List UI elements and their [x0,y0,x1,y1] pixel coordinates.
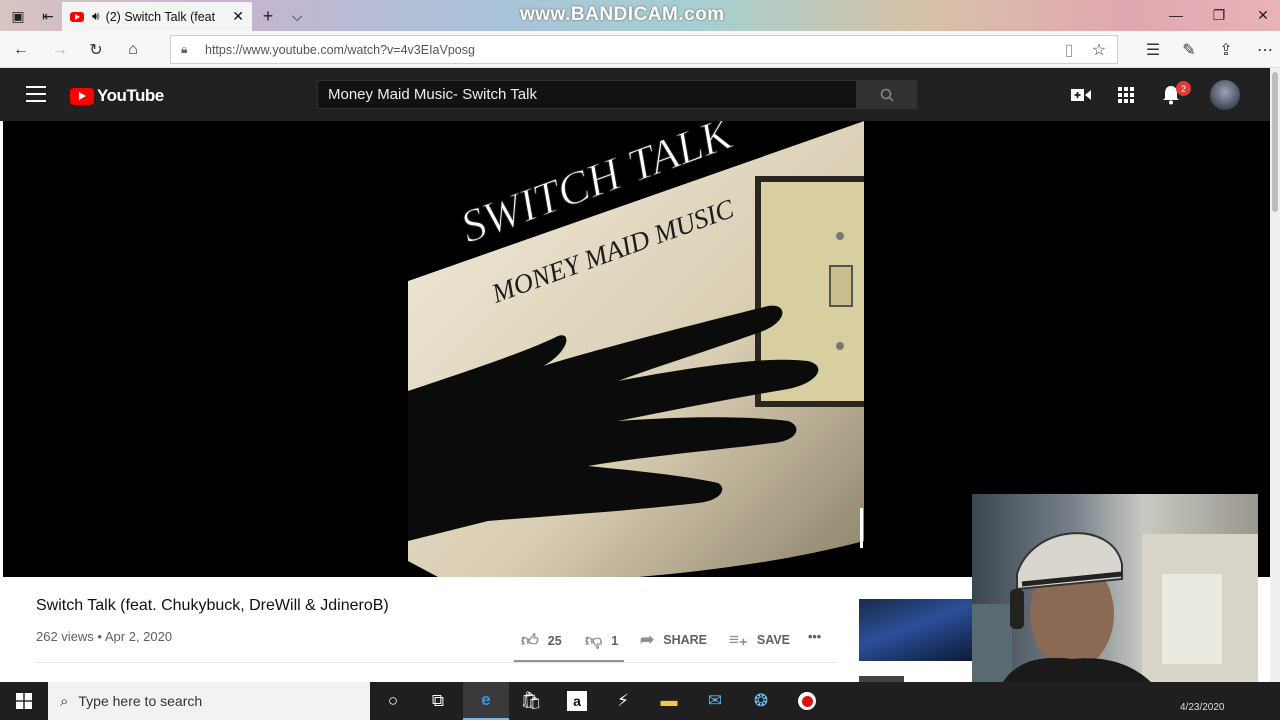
address-bar[interactable]: 🔒︎ https://www.youtube.com/watch?v=4v3EI… [170,35,1118,64]
create-video-icon[interactable] [1070,84,1092,106]
start-button[interactable] [0,682,48,720]
minimize-button[interactable]: — [1161,5,1191,25]
tab-title: (2) Switch Talk (feat [105,9,216,24]
youtube-logo-text: YouTube [97,86,164,105]
youtube-play-icon [70,87,94,105]
windows-logo-icon [16,693,32,709]
share-arrow-icon: ➦ [640,630,655,649]
album-artwork: SWITCH TALK MONEY MAID MUSIC [408,121,864,577]
share-button[interactable]: ➦ SHARE [640,630,707,650]
back-button[interactable]: ← [10,40,32,60]
cortana-icon[interactable]: ○ [370,682,416,720]
bandicam-record-icon[interactable] [784,682,830,720]
dislike-count: 1 [611,633,619,648]
playlist-add-icon: ≡₊ [729,630,748,649]
like-count: 25 [547,633,562,648]
url-text: https://www.youtube.com/watch?v=4v3EIaVp… [205,42,475,57]
network-app-icon[interactable]: ❂ [738,682,784,720]
settings-more-icon[interactable]: ⋯ [1254,40,1276,60]
browser-tab-strip: ▣ ⇤ 🔊︎ (2) Switch Talk (feat ✕ + ⌵ www.B… [0,0,1280,31]
more-actions-button[interactable]: ••• [808,630,821,644]
taskbar-search-placeholder: Type here to search [78,693,203,709]
like-button[interactable]: 👍︎ 25 [521,630,562,651]
store-icon[interactable]: 🛍︎ [508,682,554,720]
set-aside-tabs-icon[interactable]: ⇤ [38,6,58,26]
thumbs-down-icon: 👎︎ [585,631,603,650]
tab-list-chevron-icon[interactable]: ⌵ [287,6,307,26]
taskbar-search-box[interactable]: ⌕ Type here to search [48,682,370,720]
refresh-button[interactable]: ↻ [85,40,107,60]
youtube-header: YouTube Money Maid Music- Switch Talk [0,68,1270,121]
maximize-button[interactable]: ❐ [1204,5,1234,25]
recommended-video-thumbnail[interactable] [859,599,973,661]
save-button[interactable]: ≡₊ SAVE [729,630,790,650]
search-icon [880,88,894,102]
amazon-icon[interactable]: a [554,682,600,720]
browser-tab-active[interactable]: 🔊︎ (2) Switch Talk (feat ✕ [62,2,252,31]
info-divider [36,662,836,663]
apps-grid-icon[interactable] [1115,84,1137,106]
mail-icon[interactable]: ✉ [692,682,738,720]
lock-icon: 🔒︎ [181,42,188,56]
new-tab-button[interactable]: + [258,6,278,26]
lightning-app-icon[interactable]: ⚡︎ [600,682,646,720]
scrollbar-thumb[interactable] [1272,72,1278,212]
webcam-overlay [972,494,1258,710]
save-label: SAVE [756,633,791,647]
youtube-logo[interactable]: YouTube [70,86,164,106]
search-icon: ⌕ [60,692,69,710]
taskbar-clock-date: 4/23/2020 [1180,702,1225,713]
search-input[interactable]: Money Maid Music- Switch Talk [317,80,857,109]
share-label: SHARE [663,633,708,647]
home-button[interactable]: ⌂ [122,40,144,60]
bandicam-watermark: www.BANDICAM.com [520,4,725,25]
dislike-button[interactable]: 👎︎ 1 [585,630,618,651]
edge-browser-icon[interactable]: e [463,682,509,720]
youtube-favicon-icon [70,11,84,22]
forward-button[interactable]: → [49,40,71,60]
favorite-star-icon[interactable]: ☆ [1088,40,1110,60]
window-close-button[interactable]: ✕ [1248,5,1278,25]
menu-icon[interactable] [26,86,46,102]
favorites-hub-icon[interactable]: ☰ [1142,40,1164,60]
notification-count-badge: 2 [1176,81,1191,96]
reading-view-icon[interactable]: ▯ [1058,40,1080,60]
search-button[interactable] [856,80,917,109]
share-icon[interactable]: ⇪ [1215,40,1237,60]
player-cursor-indicator [860,508,863,548]
task-view-icon[interactable]: ⧉ [415,682,461,720]
account-avatar[interactable] [1210,80,1240,110]
video-title: Switch Talk (feat. Chukybuck, DreWill & … [36,597,389,614]
file-explorer-icon[interactable]: ▬ [646,682,692,720]
speaker-icon: 🔊︎ [92,9,100,23]
tab-actions-icon[interactable]: ▣ [8,6,28,26]
video-views-date: 262 views • Apr 2, 2020 [36,629,173,644]
pen-icon[interactable]: ✎ [1178,40,1200,60]
windows-taskbar: ⌕ Type here to search ○ ⧉ e 🛍︎ a ⚡︎ ▬ ✉ … [0,682,1280,720]
tab-close-icon[interactable]: ✕ [232,8,244,25]
thumbs-up-icon: 👍︎ [521,631,539,650]
browser-navbar: ← → ↻ ⌂ 🔒︎ https://www.youtube.com/watch… [0,31,1280,68]
